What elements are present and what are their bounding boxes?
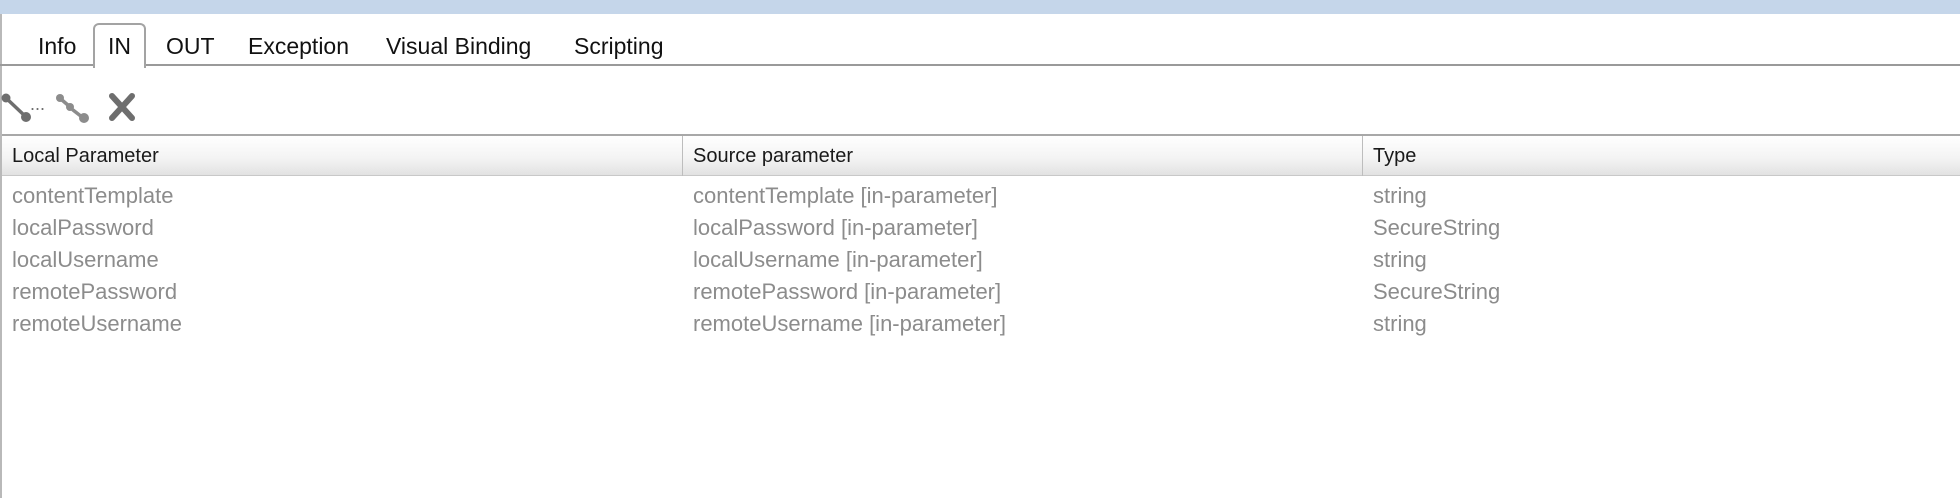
column-header-local-parameter[interactable]: Local Parameter [2,136,683,176]
table-body: contentTemplate contentTemplate [in-para… [2,180,1960,340]
type-cell: string [1373,183,1427,208]
delete-button[interactable] [104,88,144,128]
type-cell: SecureString [1373,279,1501,304]
local-parameter-cell: contentTemplate [12,183,174,208]
local-parameter-cell: localPassword [12,215,154,240]
local-parameter-cell: remotePassword [12,279,178,304]
toolbar: ... [0,88,200,128]
table-row[interactable]: remoteUsername remoteUsername [in-parame… [2,308,1960,340]
tab-scripting[interactable]: Scripting [574,28,663,66]
tab-visual-binding[interactable]: Visual Binding [386,28,531,66]
window-top-bar [0,0,1960,14]
local-parameter-cell: remoteUsername [12,311,182,336]
source-parameter-cell: contentTemplate [in-parameter] [693,183,998,208]
local-parameter-cell: localUsername [12,247,159,272]
tab-strip: Info IN OUT Exception Visual Binding Scr… [0,14,1960,68]
table-row[interactable]: remotePassword remotePassword [in-parame… [2,276,1960,308]
tab-exception[interactable]: Exception [248,28,349,66]
delete-icon [109,93,135,121]
tab-info[interactable]: Info [38,28,76,66]
source-parameter-cell: remoteUsername [in-parameter] [693,311,1007,336]
column-header-type[interactable]: Type [1363,136,1960,176]
bind-parameter-button[interactable]: ... [0,88,46,128]
table-row[interactable]: contentTemplate contentTemplate [in-para… [2,180,1960,212]
bind-parameter-ellipsis: ... [30,94,46,114]
source-parameter-cell: localUsername [in-parameter] [693,247,983,272]
type-cell: string [1373,311,1427,336]
source-parameter-cell: remotePassword [in-parameter] [693,279,1002,304]
table-row[interactable]: localPassword localPassword [in-paramete… [2,212,1960,244]
table-header: Local Parameter Source parameter Type [2,134,1960,176]
unbind-parameter-button[interactable] [54,88,94,128]
table-row[interactable]: localUsername localUsername [in-paramete… [2,244,1960,276]
tab-out[interactable]: OUT [166,28,215,66]
type-cell: string [1373,247,1427,272]
tab-in[interactable]: IN [93,23,146,68]
source-parameter-cell: localPassword [in-parameter] [693,215,978,240]
type-cell: SecureString [1373,215,1501,240]
unbind-parameter-icon [56,94,89,123]
column-header-source-parameter[interactable]: Source parameter [683,136,1363,176]
